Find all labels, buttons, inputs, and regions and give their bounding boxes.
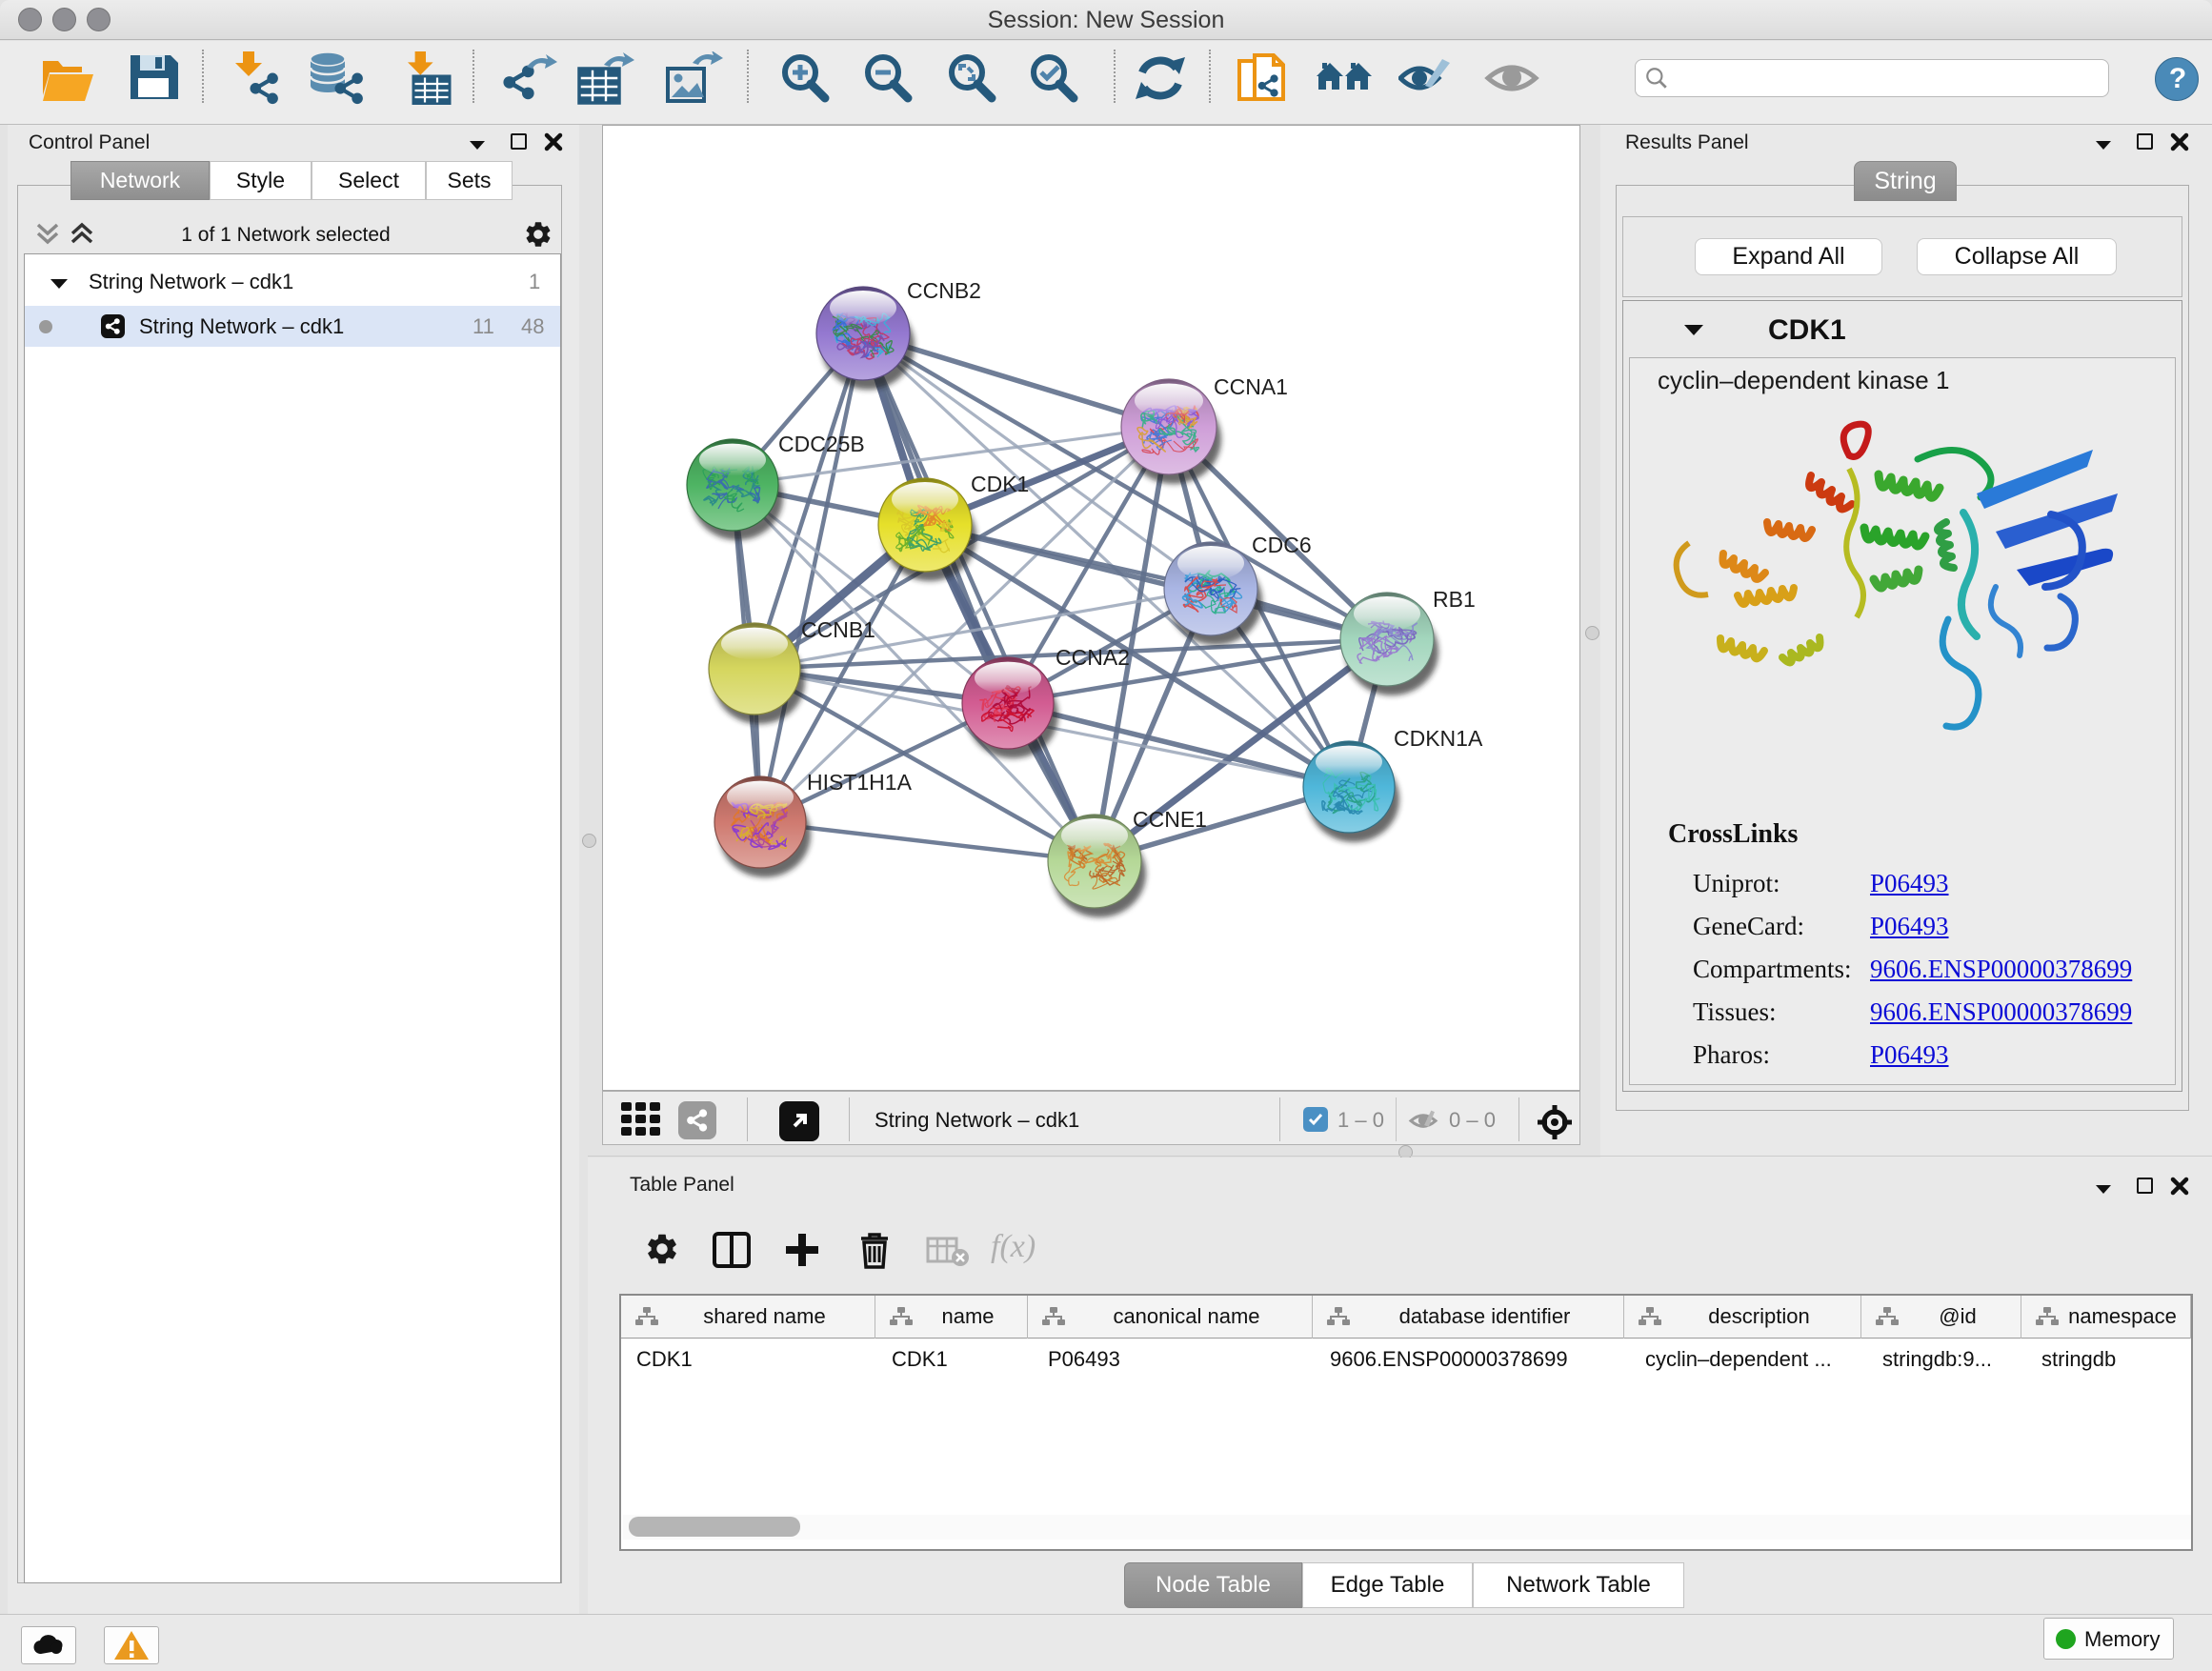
svg-text:CDC6: CDC6 [1252, 533, 1312, 557]
svg-text:CDKN1A: CDKN1A [1394, 726, 1483, 751]
svg-text:CCNA2: CCNA2 [1056, 645, 1130, 670]
svg-text:CCNA1: CCNA1 [1214, 374, 1288, 399]
svg-text:RB1: RB1 [1433, 587, 1476, 612]
svg-text:HIST1H1A: HIST1H1A [807, 770, 913, 795]
svg-text:CCNB2: CCNB2 [907, 278, 981, 303]
svg-text:CDC25B: CDC25B [778, 432, 865, 456]
svg-text:CDK1: CDK1 [971, 472, 1029, 496]
svg-text:CCNB1: CCNB1 [801, 617, 875, 642]
svg-text:CCNE1: CCNE1 [1133, 807, 1207, 832]
